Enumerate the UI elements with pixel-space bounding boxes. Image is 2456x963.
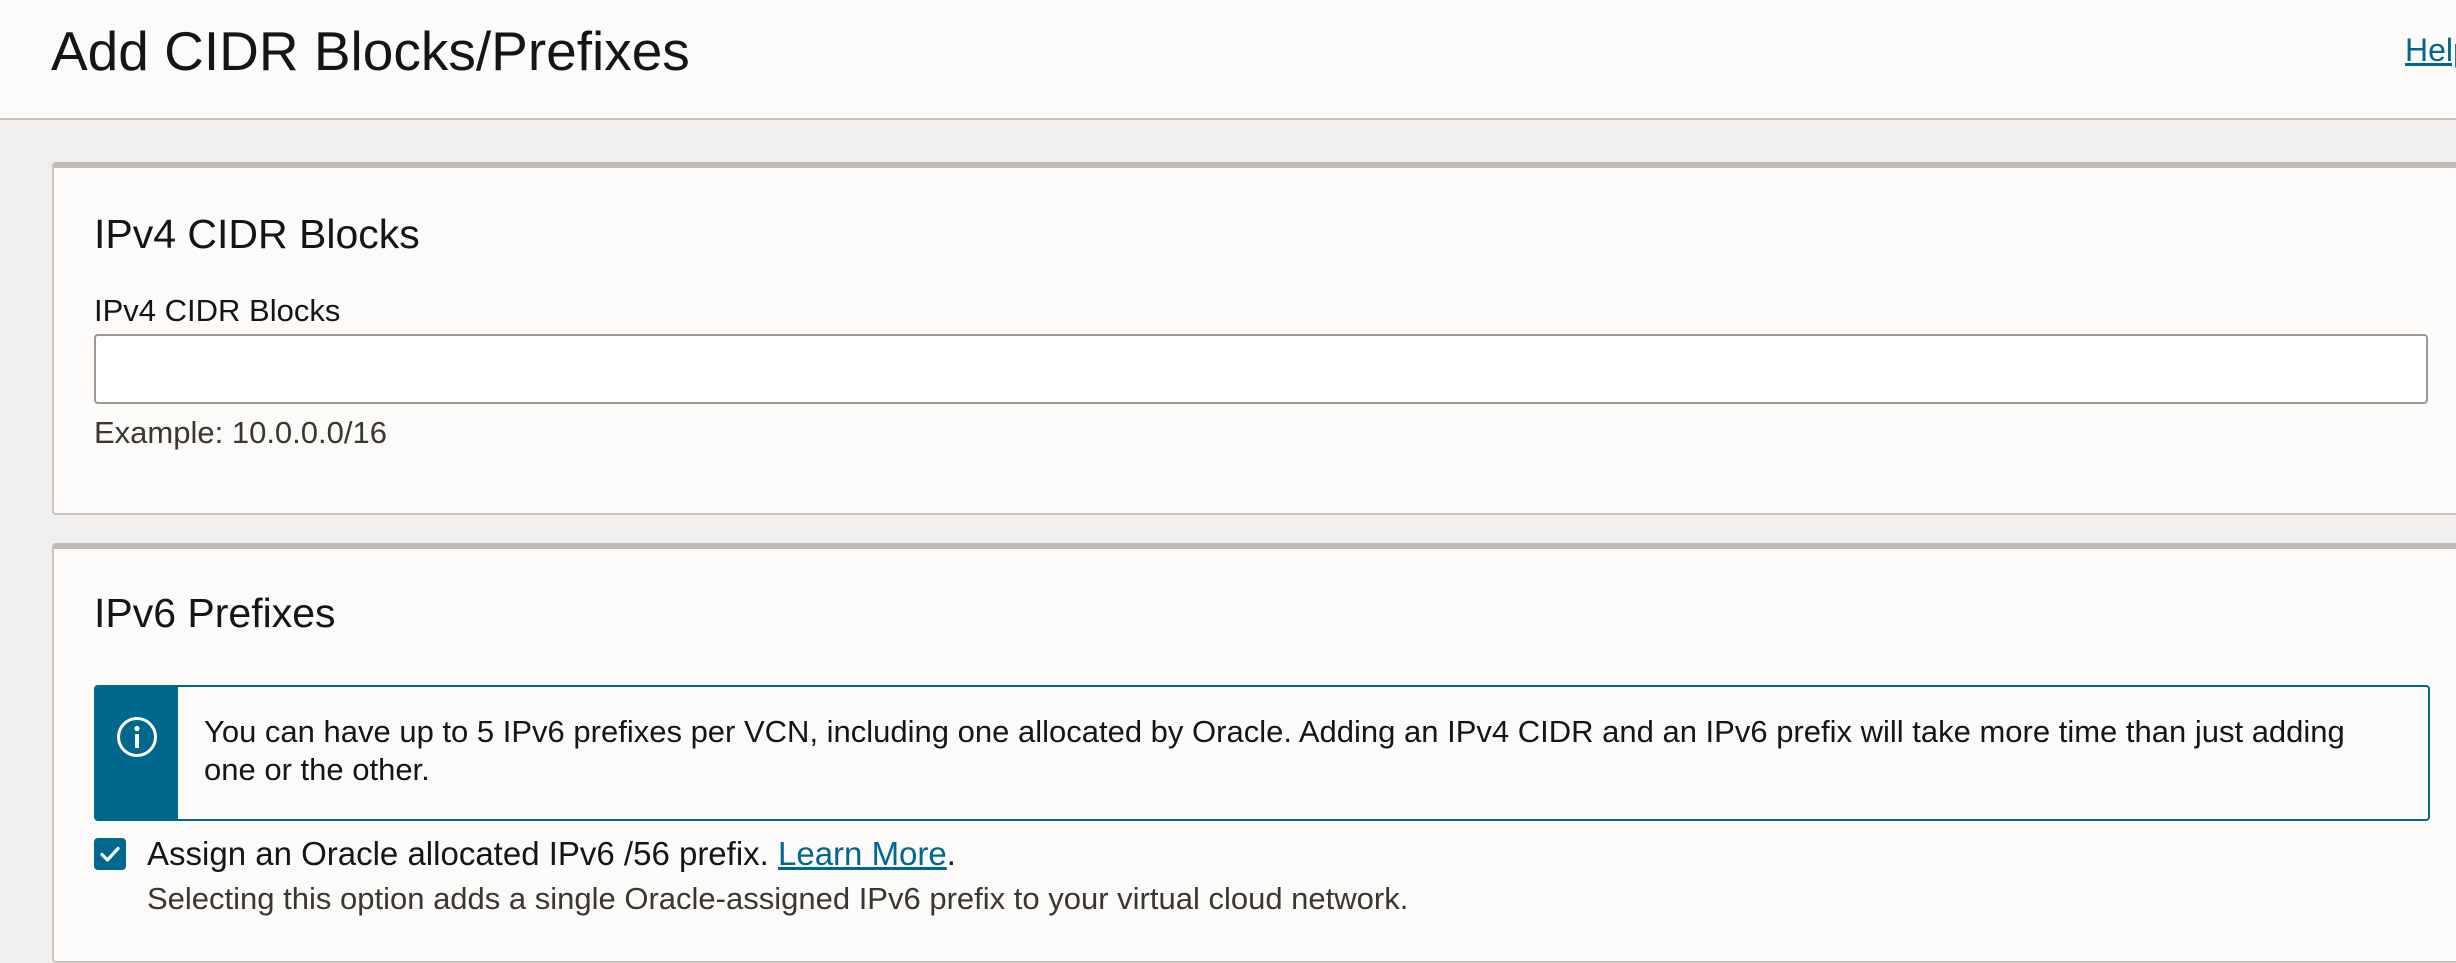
assign-ipv6-label-text: Assign an Oracle allocated IPv6 /56 pref…: [147, 835, 778, 872]
page-header: Add CIDR Blocks/Prefixes Help: [0, 0, 2456, 120]
ipv4-field-label: IPv4 CIDR Blocks: [94, 293, 341, 328]
assign-ipv6-checkbox[interactable]: [94, 838, 126, 870]
info-message-text: You can have up to 5 IPv6 prefixes per V…: [204, 714, 2345, 787]
ipv4-section-title: IPv4 CIDR Blocks: [94, 211, 420, 257]
ipv6-info-message: You can have up to 5 IPv6 prefixes per V…: [94, 685, 2430, 821]
checkmark-icon: [100, 846, 120, 862]
assign-ipv6-helper-text: Selecting this option adds a single Orac…: [147, 881, 1409, 916]
ipv6-section-title: IPv6 Prefixes: [94, 590, 336, 636]
learn-more-link[interactable]: Learn More: [778, 835, 947, 872]
ipv6-prefixes-panel: IPv6 Prefixes You can have up to 5 IPv6 …: [52, 543, 2456, 963]
page-title: Add CIDR Blocks/Prefixes: [51, 20, 690, 82]
help-link[interactable]: Help: [2405, 30, 2456, 70]
ipv4-example-text: Example: 10.0.0.0/16: [94, 415, 387, 450]
info-bar: [96, 687, 178, 819]
ipv4-cidr-input[interactable]: [94, 334, 2428, 404]
info-circle-icon: [117, 717, 157, 757]
assign-ipv6-label-end: .: [946, 835, 956, 872]
assign-ipv6-label: Assign an Oracle allocated IPv6 /56 pref…: [147, 834, 956, 874]
ipv4-cidr-blocks-panel: IPv4 CIDR Blocks IPv4 CIDR Blocks Exampl…: [52, 162, 2456, 515]
